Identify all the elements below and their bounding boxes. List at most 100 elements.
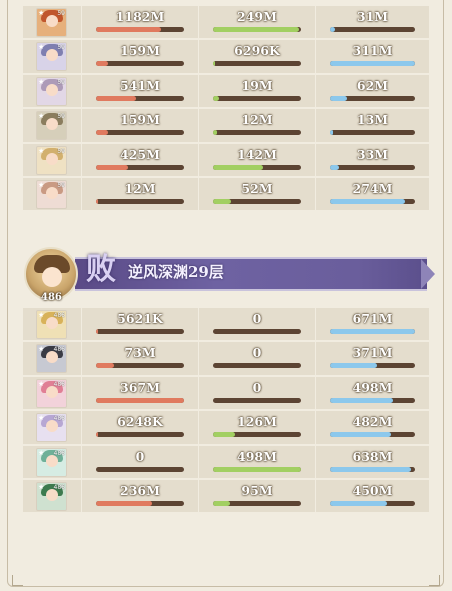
damage-dealt-bar-fill	[96, 61, 109, 67]
damage-dealt-cell: 236M	[82, 479, 198, 513]
hero-avatar[interactable]: 486 ★	[36, 481, 67, 511]
healing-bar	[330, 164, 415, 170]
damage-taken-bar-fill	[213, 61, 215, 67]
damage-taken-value: 95M	[241, 482, 273, 498]
table-row: 59 ★ 541M 19M 62M	[23, 74, 429, 109]
healing-value: 450M	[352, 482, 393, 498]
hero-level: 486	[53, 346, 65, 354]
damage-dealt-value: 6248K	[117, 414, 163, 430]
damage-taken-value: 249M	[237, 9, 277, 24]
healing-bar-fill	[330, 363, 377, 369]
damage-dealt-bar-fill	[96, 432, 98, 438]
healing-cell: 482M	[316, 411, 429, 444]
healing-bar	[330, 363, 415, 369]
damage-taken-bar	[213, 397, 301, 403]
damage-taken-cell: 0	[199, 308, 315, 341]
table-row: 486 ★ 5621K 0 671M	[23, 308, 429, 342]
damage-dealt-bar-fill	[96, 130, 109, 136]
healing-cell: 13M	[316, 109, 429, 142]
star-icon: ★	[38, 180, 45, 189]
table-row: 59 ★ 12M 52M 274M	[23, 177, 429, 212]
damage-taken-value: 52M	[241, 180, 273, 196]
damage-taken-cell: 249M	[199, 6, 315, 39]
damage-taken-bar-fill	[213, 432, 235, 438]
table-row: 486 ★ 367M 0 498M	[23, 376, 429, 411]
damage-taken-bar-fill	[213, 164, 264, 170]
healing-value: 33M	[356, 146, 389, 162]
hero-avatar[interactable]: 59 ★	[36, 179, 67, 209]
damage-taken-bar	[213, 130, 301, 136]
damage-taken-cell: 142M	[199, 143, 315, 176]
star-icon: ★	[38, 146, 45, 155]
healing-bar-fill	[330, 61, 415, 67]
avatar-cell: 59 ★	[23, 109, 81, 142]
healing-cell: 33M	[316, 143, 429, 176]
damage-dealt-cell: 541M	[82, 74, 198, 108]
damage-dealt-value: 541M	[120, 77, 160, 93]
star-icon: ★	[38, 43, 45, 52]
healing-bar-fill	[330, 500, 387, 506]
defeat-label: 败	[86, 252, 116, 287]
damage-taken-value: 142M	[237, 146, 277, 162]
damage-taken-value: 498M	[237, 448, 277, 464]
healing-cell: 62M	[316, 74, 429, 108]
damage-dealt-cell: 159M	[82, 40, 198, 73]
damage-dealt-value: 0	[135, 448, 145, 464]
hero-avatar[interactable]: 486 ★	[36, 447, 67, 477]
avatar-cell: 59 ★	[23, 177, 81, 211]
damage-taken-value: 0	[252, 345, 262, 361]
healing-bar	[330, 27, 415, 32]
damage-dealt-bar-fill	[96, 95, 136, 101]
hero-level: 59	[57, 78, 65, 86]
healing-cell: 274M	[316, 177, 429, 211]
damage-dealt-value: 367M	[120, 379, 160, 395]
hero-avatar[interactable]: 59 ★	[36, 111, 67, 141]
table-row: 486 ★ 73M 0 371M	[23, 342, 429, 376]
table-row: 486 ★ 0 498M 638M	[23, 445, 429, 480]
avatar-cell: 486 ★	[23, 445, 81, 478]
damage-taken-value: 12M	[241, 112, 273, 128]
hero-avatar[interactable]: 486 ★	[36, 378, 67, 408]
healing-bar	[330, 95, 415, 101]
player-level: 486	[41, 292, 62, 303]
healing-cell: 311M	[316, 40, 429, 73]
star-icon: ★	[38, 414, 45, 423]
hero-avatar[interactable]: 59 ★	[36, 42, 67, 72]
damage-taken-bar-fill	[213, 198, 232, 204]
healing-bar-fill	[330, 130, 334, 136]
damage-dealt-cell: 1182M	[82, 6, 198, 39]
damage-dealt-bar	[96, 61, 184, 67]
hero-level: 59	[57, 181, 65, 189]
damage-dealt-cell: 367M	[82, 376, 198, 410]
healing-value: 498M	[352, 379, 393, 395]
hero-avatar[interactable]: 486 ★	[36, 413, 67, 443]
hero-avatar[interactable]: 486 ★	[36, 310, 67, 339]
star-icon: ★	[38, 448, 45, 457]
hero-level: 486	[53, 449, 65, 457]
avatar-cell: 486 ★	[23, 411, 81, 444]
damage-taken-cell: 19M	[199, 74, 315, 108]
damage-taken-bar-fill	[213, 27, 300, 32]
damage-dealt-cell: 159M	[82, 109, 198, 142]
healing-bar-fill	[330, 198, 405, 204]
damage-dealt-bar	[96, 27, 184, 32]
healing-bar	[330, 500, 415, 506]
battle-result-banner: 486 败 逆风深渊29层	[23, 247, 435, 305]
hero-level: 486	[53, 415, 65, 423]
hero-level: 59	[57, 44, 65, 52]
damage-dealt-cell: 6248K	[82, 411, 198, 444]
hero-avatar[interactable]: 59 ★	[36, 8, 67, 37]
table-row: 59 ★ 159M 6296K 311M	[23, 40, 429, 74]
hero-avatar[interactable]: 59 ★	[36, 76, 67, 106]
damage-dealt-bar	[96, 329, 184, 334]
damage-dealt-cell: 425M	[82, 143, 198, 176]
healing-value: 31M	[356, 9, 389, 24]
hero-level: 486	[53, 380, 65, 388]
hero-avatar[interactable]: 486 ★	[36, 344, 67, 374]
avatar-cell: 59 ★	[23, 6, 81, 39]
healing-bar-fill	[330, 164, 340, 170]
hero-avatar[interactable]: 59 ★	[36, 145, 67, 175]
healing-value: 371M	[352, 345, 393, 361]
avatar-cell: 59 ★	[23, 40, 81, 73]
damage-dealt-bar	[96, 363, 184, 369]
